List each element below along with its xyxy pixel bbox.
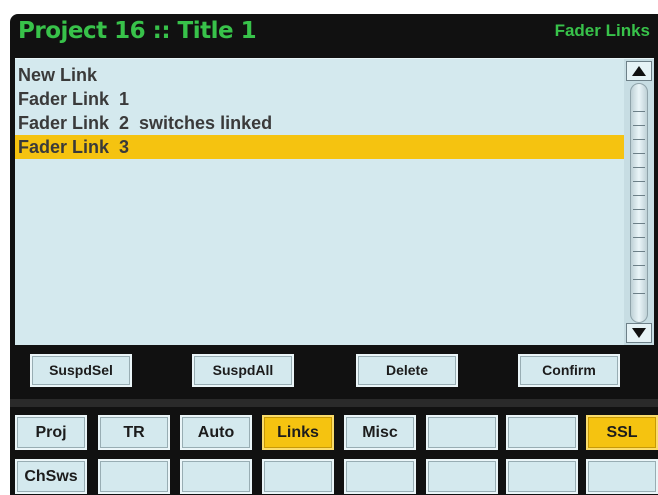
tab-links[interactable]: Links	[262, 415, 334, 450]
header-bar: Project 16 :: Title 1 Fader Links	[10, 14, 658, 52]
triangle-down-icon	[632, 328, 646, 338]
fader-link-list: New Link Fader Link 1 Fader Link 2 switc…	[15, 63, 624, 159]
page-tabs: Proj TR Auto Links Misc SSL ChSws	[10, 407, 658, 495]
list-item-fader-link-3[interactable]: Fader Link 3	[15, 135, 624, 159]
list-item-fader-link-1[interactable]: Fader Link 1	[15, 87, 624, 111]
softkey-row: SuspdSel SuspdAll Delete Confirm	[10, 344, 658, 404]
tab-misc[interactable]: Misc	[344, 415, 416, 450]
page-title: Fader Links	[554, 21, 650, 40]
scroll-thumb[interactable]	[630, 83, 648, 323]
list-scrollbar[interactable]	[624, 59, 654, 345]
tab-row2-blank-2[interactable]	[180, 459, 252, 494]
tab-tr[interactable]: TR	[98, 415, 170, 450]
tab-row2-blank-4[interactable]	[344, 459, 416, 494]
suspd-all-button[interactable]: SuspdAll	[192, 354, 294, 387]
tab-blank-1[interactable]	[426, 415, 498, 450]
scroll-track[interactable]	[630, 83, 648, 323]
tab-chsws[interactable]: ChSws	[15, 459, 87, 494]
suspd-sel-button[interactable]: SuspdSel	[30, 354, 132, 387]
tab-row2-blank-1[interactable]	[98, 459, 170, 494]
tab-row2-blank-7[interactable]	[586, 459, 658, 494]
project-title: Project 16 :: Title 1	[18, 18, 257, 44]
section-divider	[10, 399, 658, 407]
list-item-new-link[interactable]: New Link	[15, 63, 624, 87]
delete-button[interactable]: Delete	[356, 354, 458, 387]
tab-ssl[interactable]: SSL	[586, 415, 658, 450]
tab-blank-2[interactable]	[506, 415, 578, 450]
tab-proj[interactable]: Proj	[15, 415, 87, 450]
confirm-button[interactable]: Confirm	[518, 354, 620, 387]
tab-auto[interactable]: Auto	[180, 415, 252, 450]
console-screen: Project 16 :: Title 1 Fader Links New Li…	[10, 14, 658, 495]
scroll-up-button[interactable]	[626, 61, 652, 81]
list-item-fader-link-2[interactable]: Fader Link 2 switches linked	[15, 111, 624, 135]
tab-row2-blank-5[interactable]	[426, 459, 498, 494]
tab-row2-blank-3[interactable]	[262, 459, 334, 494]
scroll-down-button[interactable]	[626, 323, 652, 343]
triangle-up-icon	[632, 66, 646, 76]
fader-link-list-panel: New Link Fader Link 1 Fader Link 2 switc…	[15, 58, 654, 345]
tab-row2-blank-6[interactable]	[506, 459, 578, 494]
